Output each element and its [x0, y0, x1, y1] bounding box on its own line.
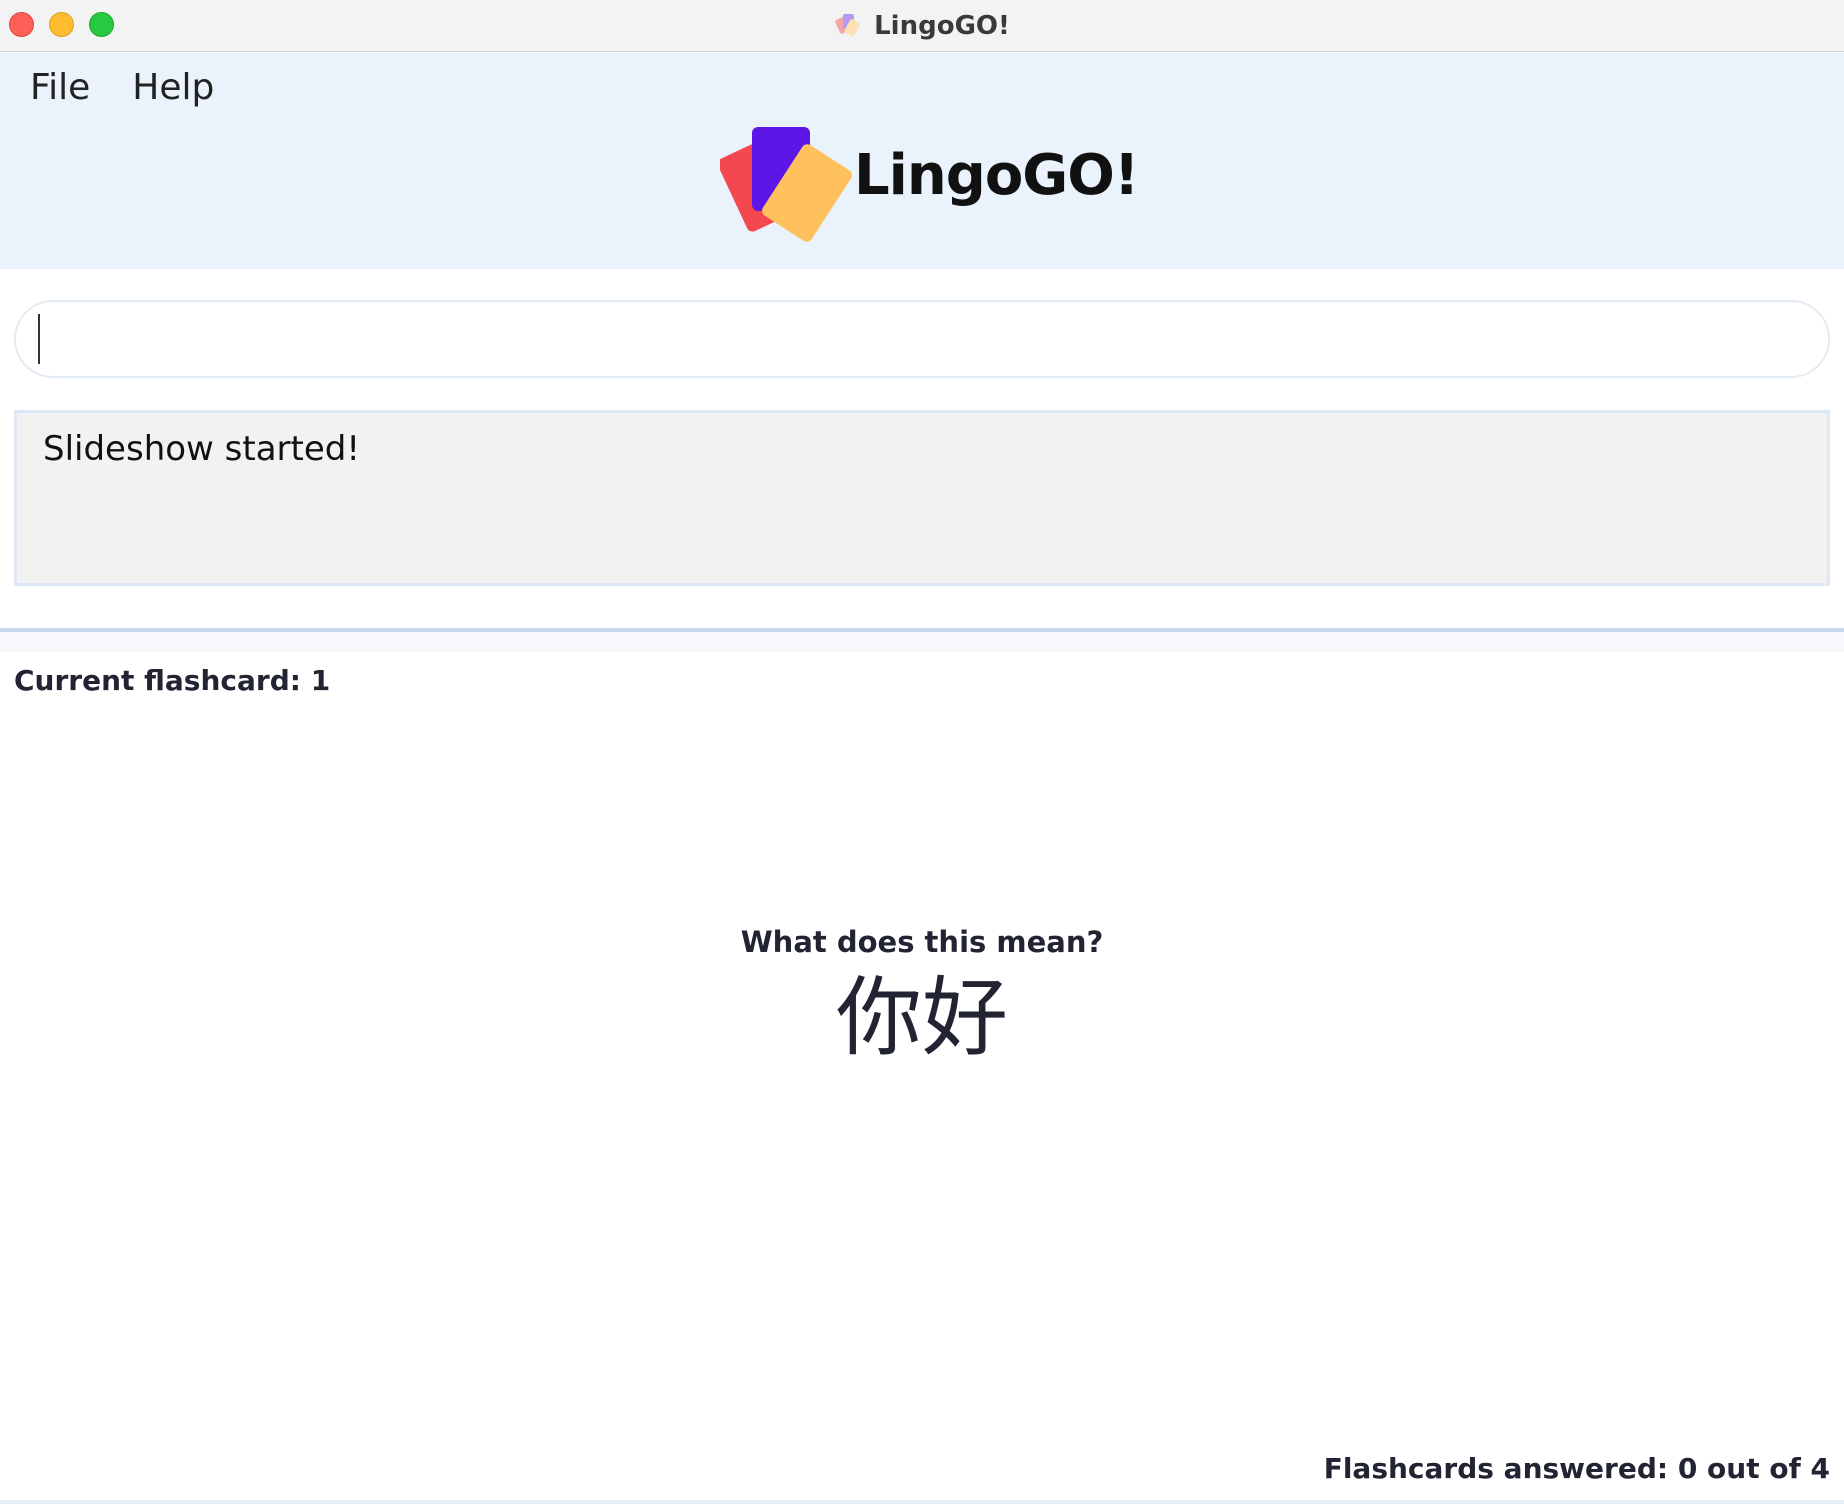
- current-flashcard-label: Current flashcard: 1: [14, 664, 331, 697]
- menu-help[interactable]: Help: [132, 67, 214, 108]
- title-bar: LingoGO!: [0, 0, 1844, 52]
- logo-text: LingoGO!: [854, 143, 1139, 208]
- bottom-border: [0, 1500, 1844, 1504]
- flashcard-prompt: What does this mean?: [740, 925, 1104, 959]
- flashcard-word: 你好: [836, 968, 1008, 1068]
- flashcards-answered-label: Flashcards answered: 0 out of 4: [1323, 1452, 1830, 1485]
- app-window: LingoGO! File Help LingoGO! Slideshow st…: [0, 0, 1844, 1504]
- result-message: Slideshow started!: [43, 429, 360, 469]
- window-title-wrap: LingoGO!: [0, 0, 1844, 52]
- menu-file[interactable]: File: [30, 67, 90, 108]
- panel-divider-band: [0, 632, 1844, 652]
- app-logo: LingoGO!: [717, 123, 1139, 253]
- logo-cards-graphic: [717, 127, 852, 242]
- menu-bar: File Help: [30, 67, 214, 108]
- command-input[interactable]: [40, 312, 1800, 368]
- result-display[interactable]: Slideshow started!: [14, 410, 1830, 586]
- app-header: File Help LingoGO!: [0, 53, 1844, 269]
- command-box[interactable]: [14, 300, 1830, 378]
- text-caret: [38, 314, 40, 364]
- flashcard-card: What does this mean? 你好: [0, 925, 1844, 1073]
- window-title: LingoGO!: [874, 11, 1010, 41]
- lingogo-cards-icon: [834, 11, 864, 41]
